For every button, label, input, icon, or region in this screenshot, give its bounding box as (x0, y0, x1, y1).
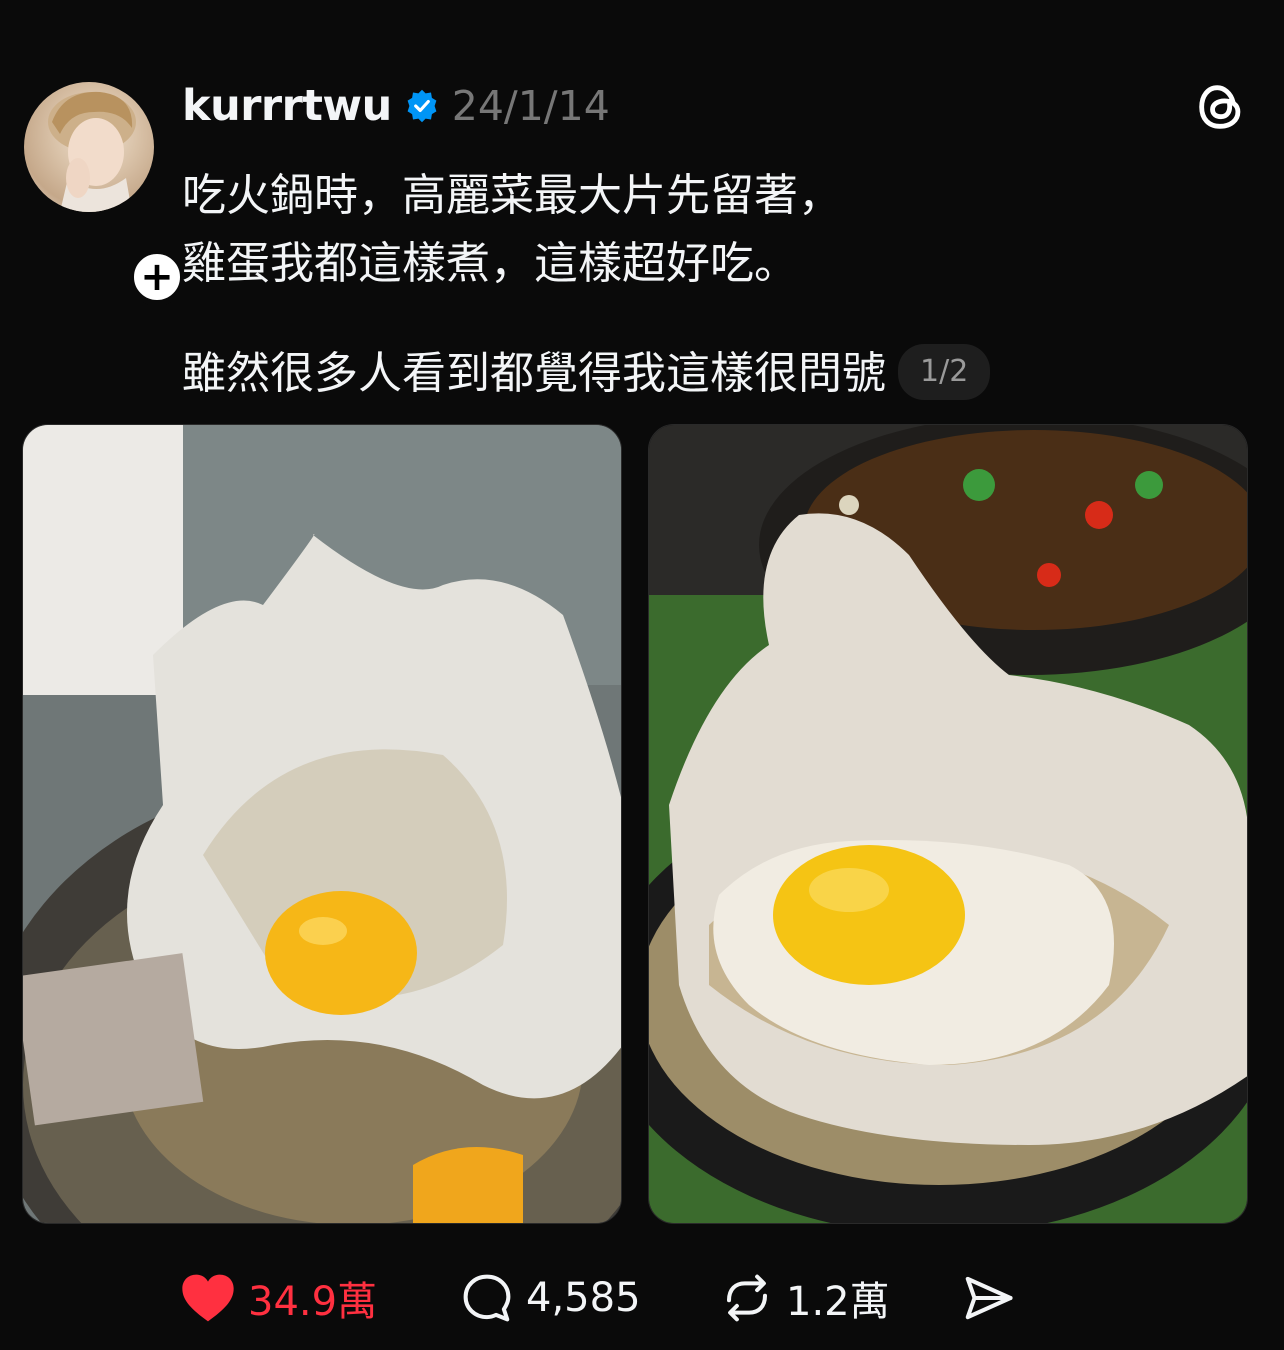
like-button[interactable]: 34.9萬 (180, 1266, 377, 1330)
post-text-line: 雖然很多人看到都覺得我這樣很問號 (182, 348, 886, 399)
repost-icon (726, 1274, 768, 1322)
post-header: kurrrtwu 24/1/14 (182, 78, 610, 134)
verified-badge-icon (407, 89, 437, 123)
action-bar: 34.9萬 4,585 1.2萬 (0, 1266, 1284, 1330)
cooked-egg-cabbage-photo (649, 425, 1247, 1223)
post-text-line: 吃火鍋時，高麗菜最大片先留著， (182, 170, 842, 221)
like-count: 34.9萬 (248, 1279, 378, 1325)
page-indicator: 1/2 (898, 344, 991, 400)
raw-egg-cabbage-photo (23, 425, 621, 1223)
post-timestamp: 24/1/14 (451, 82, 610, 130)
avatar-image (48, 91, 136, 212)
post-image-1[interactable] (22, 424, 622, 1224)
follow-button[interactable]: + (128, 248, 186, 306)
reply-button[interactable]: 4,585 (460, 1266, 641, 1330)
comment-icon (463, 1274, 511, 1322)
repost-count: 1.2萬 (786, 1279, 890, 1325)
post-image-2[interactable] (648, 424, 1248, 1224)
reply-count: 4,585 (526, 1275, 641, 1321)
plus-icon: + (140, 254, 174, 300)
post-text-line: 雞蛋我都這樣煮，這樣超好吃。 (182, 238, 798, 289)
post-text-line-with-badge: 雖然很多人看到都覺得我這樣很問號 1/2 (182, 340, 1182, 408)
send-icon (965, 1276, 1013, 1320)
username[interactable]: kurrrtwu (182, 81, 392, 131)
threads-logo-icon[interactable] (1192, 78, 1250, 136)
repost-button[interactable]: 1.2萬 (720, 1266, 890, 1330)
share-button[interactable] (960, 1266, 1016, 1330)
avatar-container: + (24, 82, 186, 306)
post-text: 吃火鍋時，高麗菜最大片先留著， 雞蛋我都這樣煮，這樣超好吃。 雖然很多人看到都覺… (182, 162, 1182, 408)
heart-icon (182, 1274, 234, 1322)
avatar[interactable] (24, 82, 154, 212)
